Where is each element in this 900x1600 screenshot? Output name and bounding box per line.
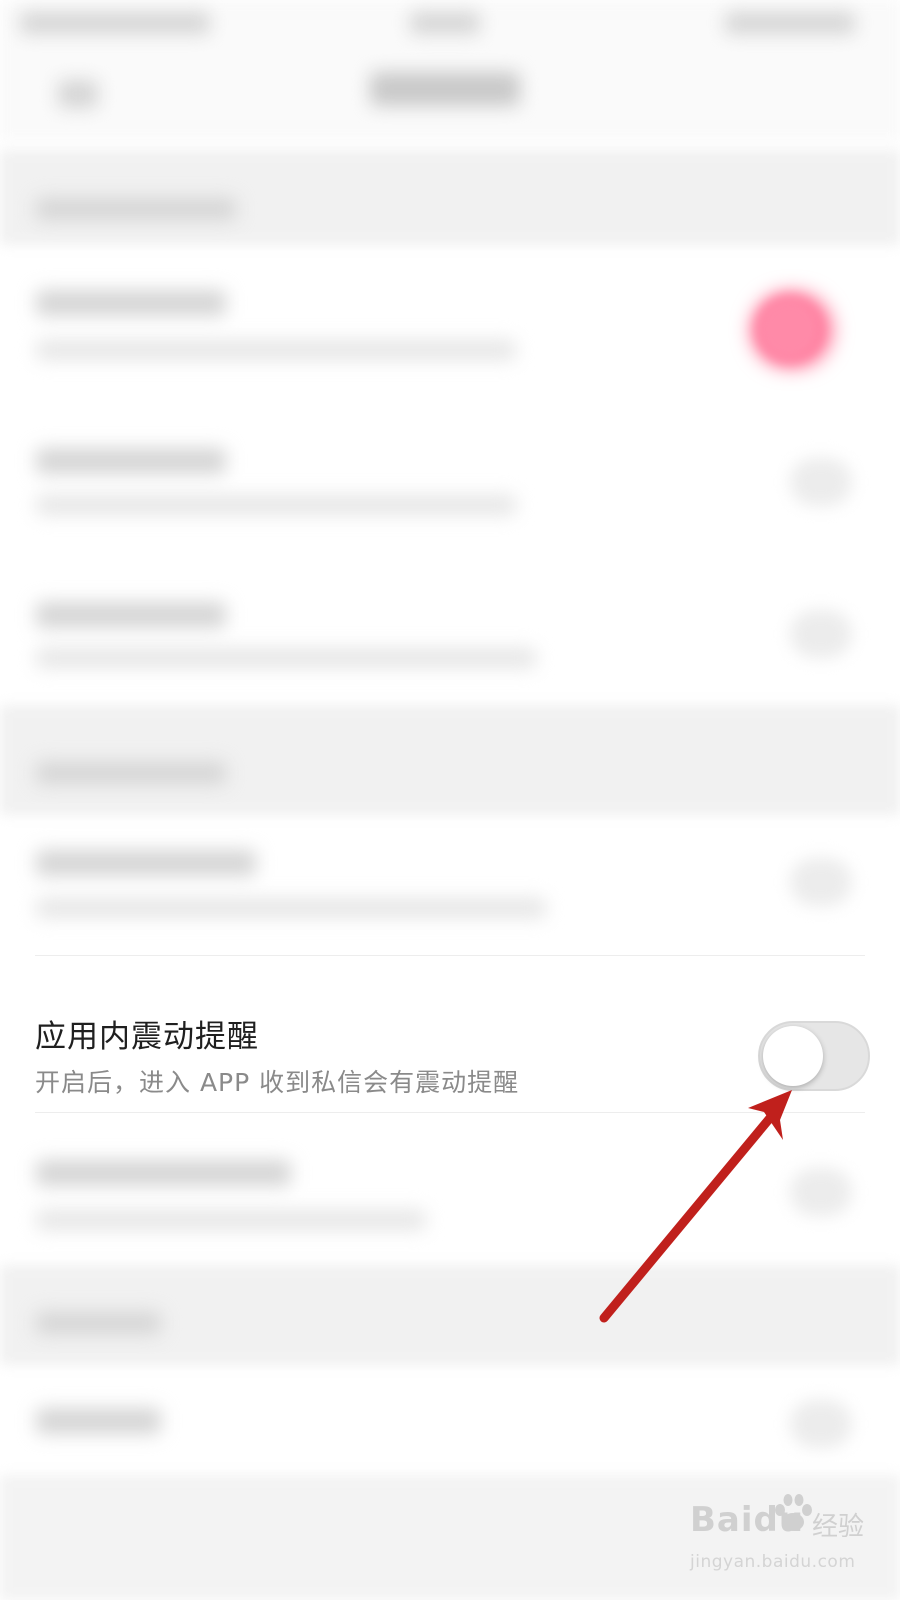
- watermark-url: jingyan.baidu.com: [690, 1552, 856, 1572]
- blurred-toggle-knob: [756, 296, 822, 362]
- baidu-watermark: Baidu 经验 jingyan.baidu.com: [690, 1494, 870, 1590]
- setting-description: 开启后，进入 APP 收到私信会有震动提醒: [35, 1068, 520, 1097]
- vibration-toggle-switch[interactable]: [758, 1021, 870, 1091]
- row-divider-bottom: [35, 1112, 865, 1113]
- toggle-knob: [763, 1026, 823, 1086]
- watermark-product: 经验: [812, 1512, 865, 1542]
- setting-title: 应用内震动提醒: [35, 1019, 259, 1055]
- paw-icon: [775, 1494, 812, 1531]
- row-divider-top: [35, 955, 865, 956]
- settings-screen: 应用内震动提醒 开启后，进入 APP 收到私信会有震动提醒 Baidu 经验 j…: [0, 0, 900, 1600]
